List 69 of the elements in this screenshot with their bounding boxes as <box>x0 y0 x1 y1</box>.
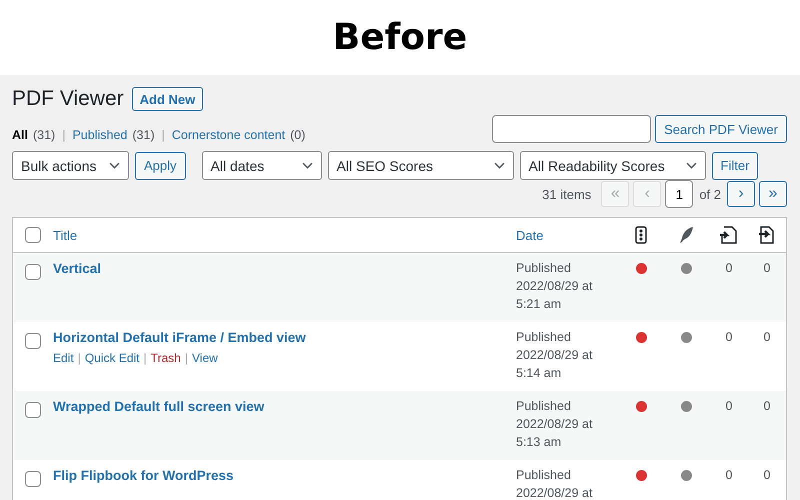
separator: | <box>162 128 165 142</box>
search-button[interactable]: Search PDF Viewer <box>655 115 787 143</box>
post-date: 2022/08/29 at <box>516 347 594 364</box>
item-count: 31 items <box>542 186 592 202</box>
post-title-link[interactable]: Wrapped Default full screen view <box>53 399 516 414</box>
post-status: Published <box>516 260 572 277</box>
seo-score-dropdown[interactable]: All SEO Scores <box>328 151 514 180</box>
banner-title: Before <box>332 17 468 58</box>
chevron-down-icon <box>686 162 697 169</box>
last-page-button[interactable]: » <box>759 181 787 207</box>
row-action-link[interactable]: View <box>192 351 218 365</box>
row-checkbox[interactable] <box>25 402 41 418</box>
page-number-field[interactable]: 1 <box>665 180 694 208</box>
incoming-link-count: 0 <box>764 330 770 344</box>
row-action-link[interactable]: Quick Edit <box>84 351 140 365</box>
page-title: PDF Viewer <box>12 87 124 111</box>
post-time: 5:21 am <box>516 296 562 313</box>
row-checkbox[interactable] <box>25 264 41 280</box>
outgoing-link-icon <box>719 225 739 245</box>
post-title-link[interactable]: Flip Flipbook for WordPress <box>53 468 516 483</box>
outgoing-link-count: 0 <box>726 261 732 275</box>
view-filter-link[interactable]: All <box>12 128 28 142</box>
dates-dropdown[interactable]: All dates <box>202 151 322 180</box>
post-status: Published <box>516 329 572 346</box>
next-page-button[interactable]: › <box>727 181 755 207</box>
outgoing-link-count: 0 <box>726 468 732 482</box>
incoming-link-count: 0 <box>764 399 770 413</box>
view-count: (0) <box>290 128 306 142</box>
chevron-down-icon <box>109 162 120 169</box>
post-time: 5:13 am <box>516 434 562 451</box>
page-total: of 2 <box>699 186 721 202</box>
separator: | <box>184 351 188 365</box>
chevron-down-icon <box>494 162 505 169</box>
apply-button[interactable]: Apply <box>135 152 186 180</box>
filter-button[interactable]: Filter <box>712 152 758 180</box>
post-time: 5:14 am <box>516 365 562 382</box>
search-field[interactable] <box>492 115 652 143</box>
incoming-link-count: 0 <box>764 261 770 275</box>
incoming-link-icon <box>757 225 777 245</box>
feather-icon <box>678 226 694 244</box>
row-checkbox[interactable] <box>25 471 41 487</box>
view-filter-link[interactable]: Cornerstone content <box>172 128 286 142</box>
title-column-header[interactable]: Title <box>53 228 516 242</box>
chevron-down-icon <box>302 162 313 169</box>
post-status: Published <box>516 467 572 484</box>
row-action-link[interactable]: Edit <box>53 351 74 365</box>
view-count: (31) <box>132 128 155 142</box>
outgoing-link-count: 0 <box>726 330 732 344</box>
incoming-link-count: 0 <box>764 468 770 482</box>
date-column-header[interactable]: Date <box>516 228 544 242</box>
outgoing-link-count: 0 <box>726 399 732 413</box>
separator: | <box>78 351 81 365</box>
add-new-button[interactable]: Add New <box>132 87 204 111</box>
post-date: 2022/08/29 at <box>516 278 594 295</box>
post-date: 2022/08/29 at <box>516 485 594 500</box>
view-filter-link[interactable]: Published <box>72 128 128 142</box>
post-title-link[interactable]: Horizontal Default iFrame / Embed view <box>53 330 516 345</box>
post-status: Published <box>516 398 572 415</box>
separator: | <box>144 351 147 365</box>
readability-dropdown[interactable]: All Readability Scores <box>520 151 706 180</box>
bulk-actions-dropdown[interactable]: Bulk actions <box>12 151 129 180</box>
traffic-light-icon <box>635 226 647 244</box>
row-checkbox[interactable] <box>25 333 41 349</box>
row-action-link[interactable]: Trash <box>150 351 181 365</box>
select-all-checkbox[interactable] <box>25 227 41 243</box>
post-title-link[interactable]: Vertical <box>53 261 516 276</box>
view-count: (31) <box>32 128 56 142</box>
separator: | <box>62 128 66 142</box>
post-date: 2022/08/29 at <box>516 416 594 433</box>
